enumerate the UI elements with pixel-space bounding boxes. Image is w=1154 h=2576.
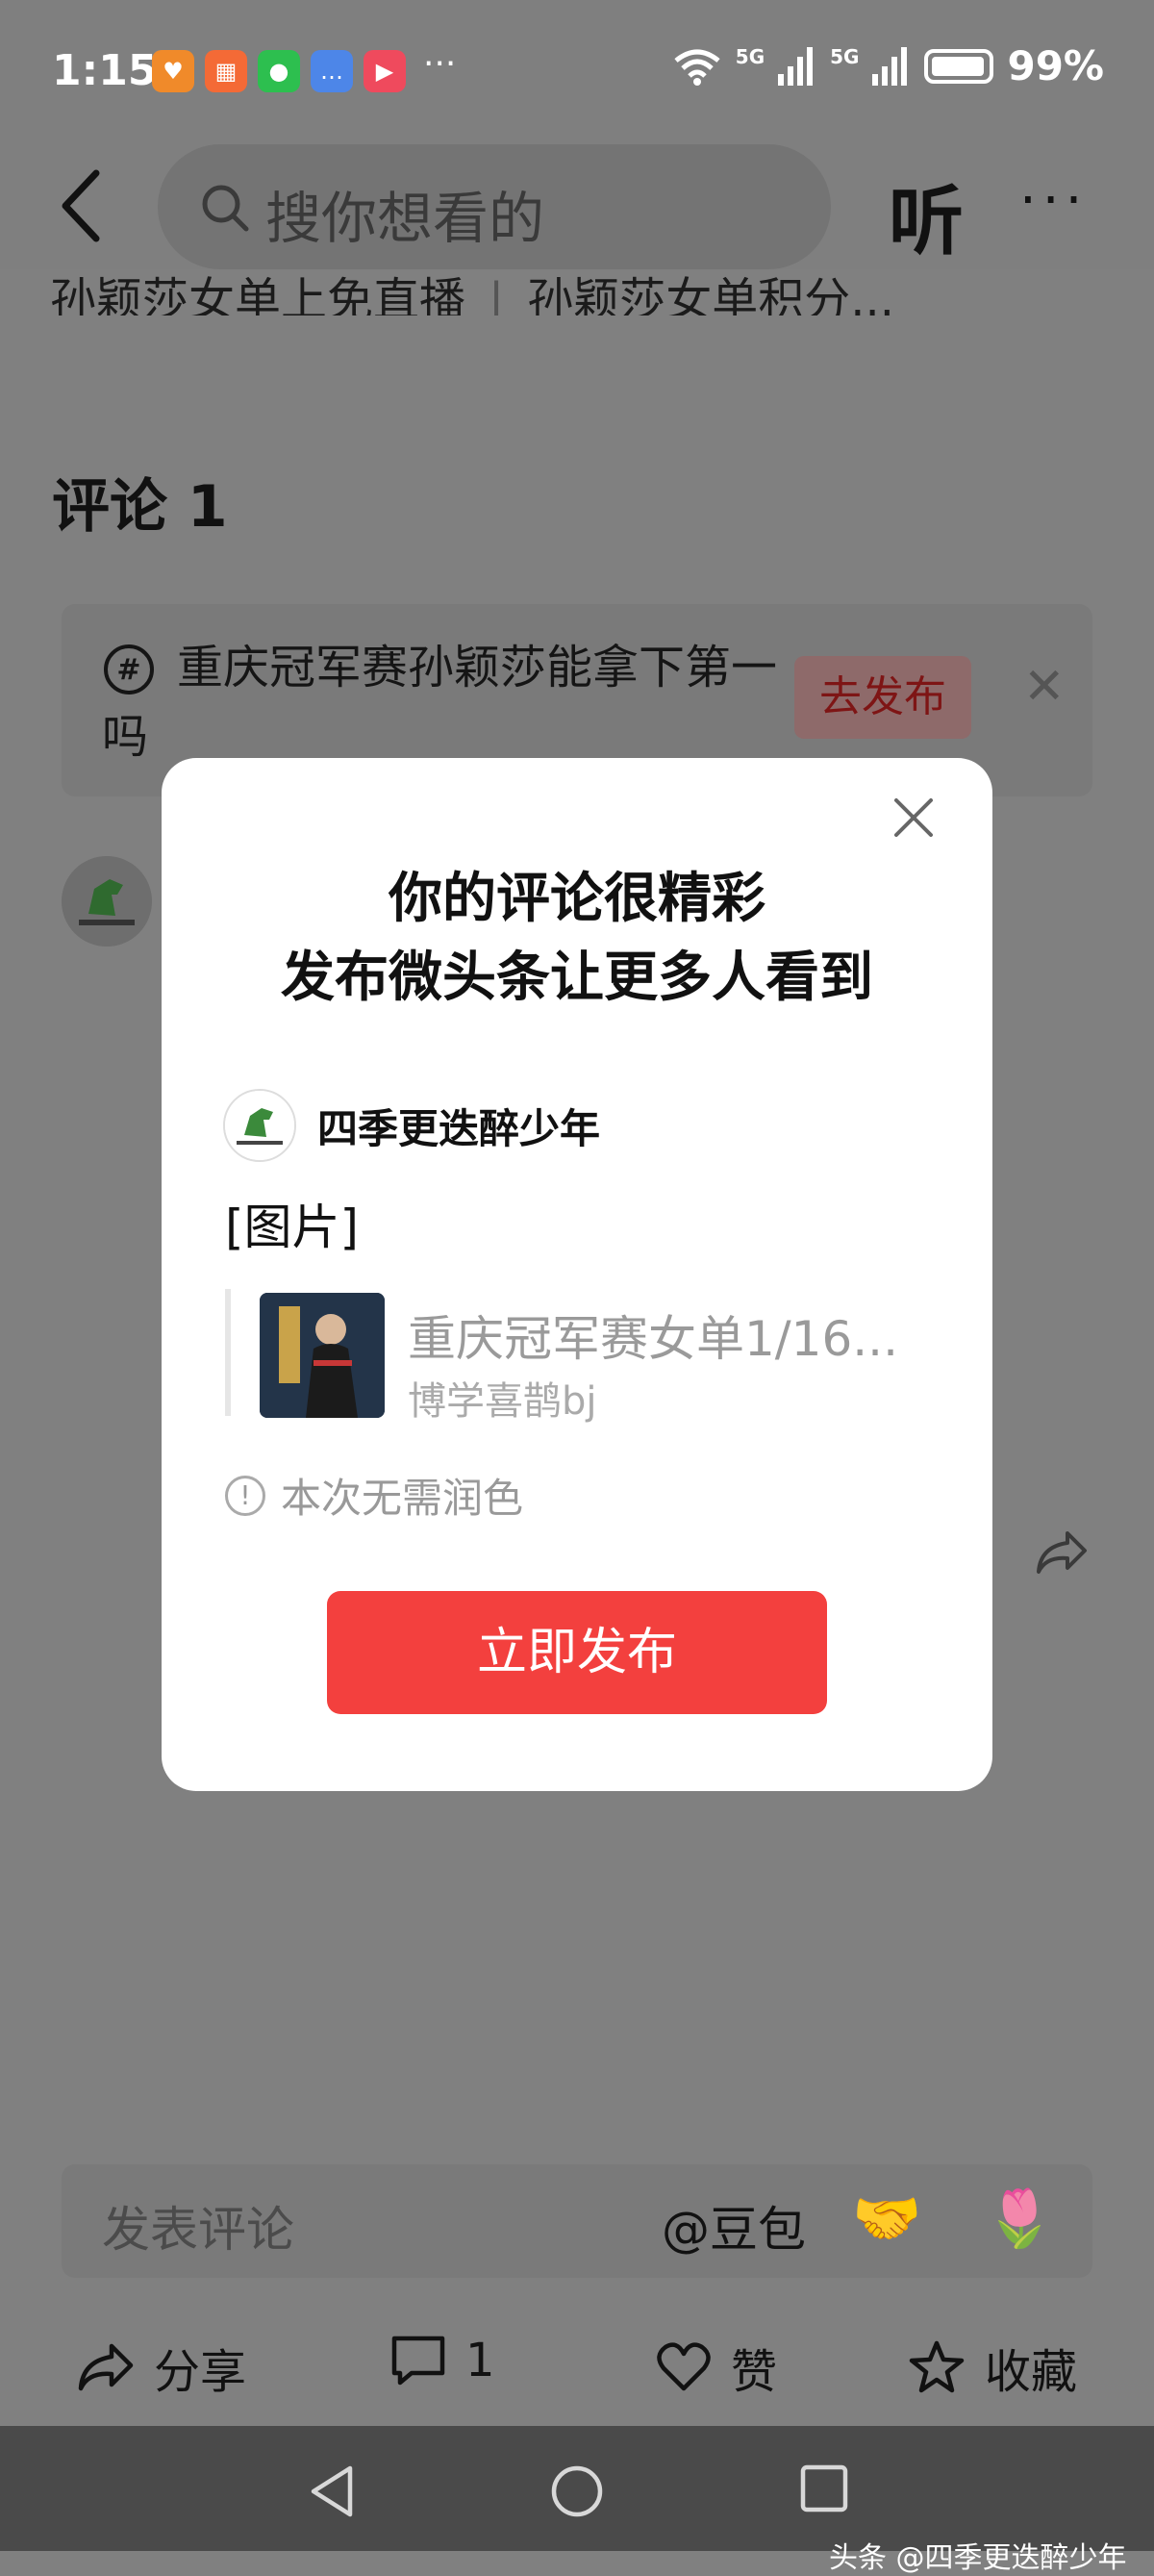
go-publish-button[interactable]: 去发布 <box>794 656 971 739</box>
video-app-icon: ▶ <box>364 50 406 92</box>
heart-app-icon: ♥ <box>152 50 194 92</box>
hot-search-item[interactable]: 孙颖莎女单上免直播 <box>50 273 465 316</box>
handshake-emoji-button[interactable]: 🤝 <box>852 2185 921 2252</box>
polish-notice: ! 本次无需润色 <box>225 1466 523 1525</box>
share-arrow-icon[interactable] <box>1035 1529 1089 1576</box>
commenter-avatar[interactable] <box>62 856 152 947</box>
share-label: 分享 <box>154 2345 247 2399</box>
signal-icon-1 <box>778 46 814 86</box>
wifi-icon <box>674 49 720 86</box>
more-menu-icon[interactable]: ··· <box>1019 169 1088 232</box>
avatar <box>223 1089 296 1162</box>
signal-icon-2 <box>872 46 908 86</box>
back-triangle-icon[interactable] <box>306 2462 358 2520</box>
hot-search-item[interactable]: 孙颖莎女单积分... <box>527 273 894 316</box>
notice-text: 本次无需润色 <box>281 1475 524 1522</box>
listen-button[interactable]: 听 <box>889 162 964 269</box>
battery-percent: 99% <box>1007 42 1104 89</box>
horse-logo-icon <box>225 1091 294 1160</box>
network-label-2: 5G <box>830 44 860 68</box>
publish-now-button[interactable]: 立即发布 <box>327 1591 827 1714</box>
comment-input[interactable]: 发表评论 @豆包 🤝 🌷 <box>62 2164 1092 2278</box>
notification-icons: ♥ ▦ ● … ▶ <box>152 50 406 92</box>
network-label-1: 5G <box>735 44 765 68</box>
search-icon <box>202 185 249 232</box>
heart-icon <box>657 2342 711 2391</box>
system-nav-bar: 头条 @四季更迭醉少年 <box>0 2426 1154 2575</box>
info-icon: ! <box>225 1475 265 1516</box>
horse-logo-icon <box>62 856 152 947</box>
wechat-icon: ● <box>258 50 300 92</box>
like-button[interactable]: 赞 <box>656 2334 777 2401</box>
close-icon[interactable] <box>892 796 935 839</box>
status-bar: 1:15 ♥ ▦ ● … ▶ ··· 5G 5G 99% <box>0 0 1154 144</box>
comment-icon <box>391 2336 445 2386</box>
battery-icon <box>924 48 994 84</box>
hot-divider: | <box>489 273 505 316</box>
favorite-label: 收藏 <box>985 2345 1078 2399</box>
watermark: 头条 @四季更迭醉少年 <box>829 2541 1127 2575</box>
favorite-button[interactable]: 收藏 <box>908 2334 1077 2401</box>
topic-text: 重庆冠军赛孙颖莎能拿下第一吗 <box>102 641 778 764</box>
comments-count: 1 <box>465 2334 495 2387</box>
image-placeholder-label: [图片] <box>225 1200 360 1255</box>
publish-dialog: 你的评论很精彩 发布微头条让更多人看到 四季更迭醉少年 [图片] 重庆冠军赛女单… <box>162 758 992 1791</box>
mention-doubao-button[interactable]: @豆包 <box>662 2191 806 2260</box>
like-label: 赞 <box>731 2345 778 2399</box>
status-right: 5G 5G 99% <box>672 42 1104 89</box>
search-placeholder: 搜你想看的 <box>265 186 545 251</box>
action-bar: 分享 1 赞 收藏 <box>0 2309 1154 2424</box>
comments-button[interactable]: 1 <box>390 2334 495 2387</box>
dialog-title: 你的评论很精彩 发布微头条让更多人看到 <box>162 860 992 1018</box>
quoted-article[interactable]: 重庆冠军赛女单1/16... 博学喜鹊bj <box>225 1289 923 1424</box>
comment-placeholder: 发表评论 <box>102 2202 294 2258</box>
status-time: 1:15 <box>52 46 158 95</box>
flower-emoji-button[interactable]: 🌷 <box>985 2185 1054 2252</box>
share-button[interactable]: 分享 <box>77 2334 246 2401</box>
top-nav: 搜你想看的 听 ··· <box>0 144 1154 269</box>
username: 四季更迭醉少年 <box>317 1105 601 1152</box>
share-icon <box>78 2343 134 2391</box>
grid-app-icon: ▦ <box>205 50 247 92</box>
hot-search-row: 孙颖莎女单上免直播 | 孙颖莎女单积分... <box>50 262 894 316</box>
recents-square-icon[interactable] <box>798 2462 850 2514</box>
chat-app-icon: … <box>311 50 353 92</box>
close-icon[interactable]: ✕ <box>1023 658 1066 716</box>
comments-title: 评论 1 <box>52 473 228 541</box>
more-notifications-icon: ··· <box>423 44 457 84</box>
dialog-title-line2: 发布微头条让更多人看到 <box>281 947 873 1009</box>
search-box[interactable]: 搜你想看的 <box>158 144 831 269</box>
article-author: 博学喜鹊bj <box>408 1379 597 1424</box>
star-icon <box>909 2340 965 2393</box>
home-circle-icon[interactable] <box>548 2462 606 2520</box>
article-thumbnail <box>260 1293 385 1418</box>
dialog-title-line1: 你的评论很精彩 <box>389 868 765 930</box>
article-title: 重庆冠军赛女单1/16... <box>408 1311 898 1367</box>
back-arrow-icon[interactable] <box>54 167 112 244</box>
